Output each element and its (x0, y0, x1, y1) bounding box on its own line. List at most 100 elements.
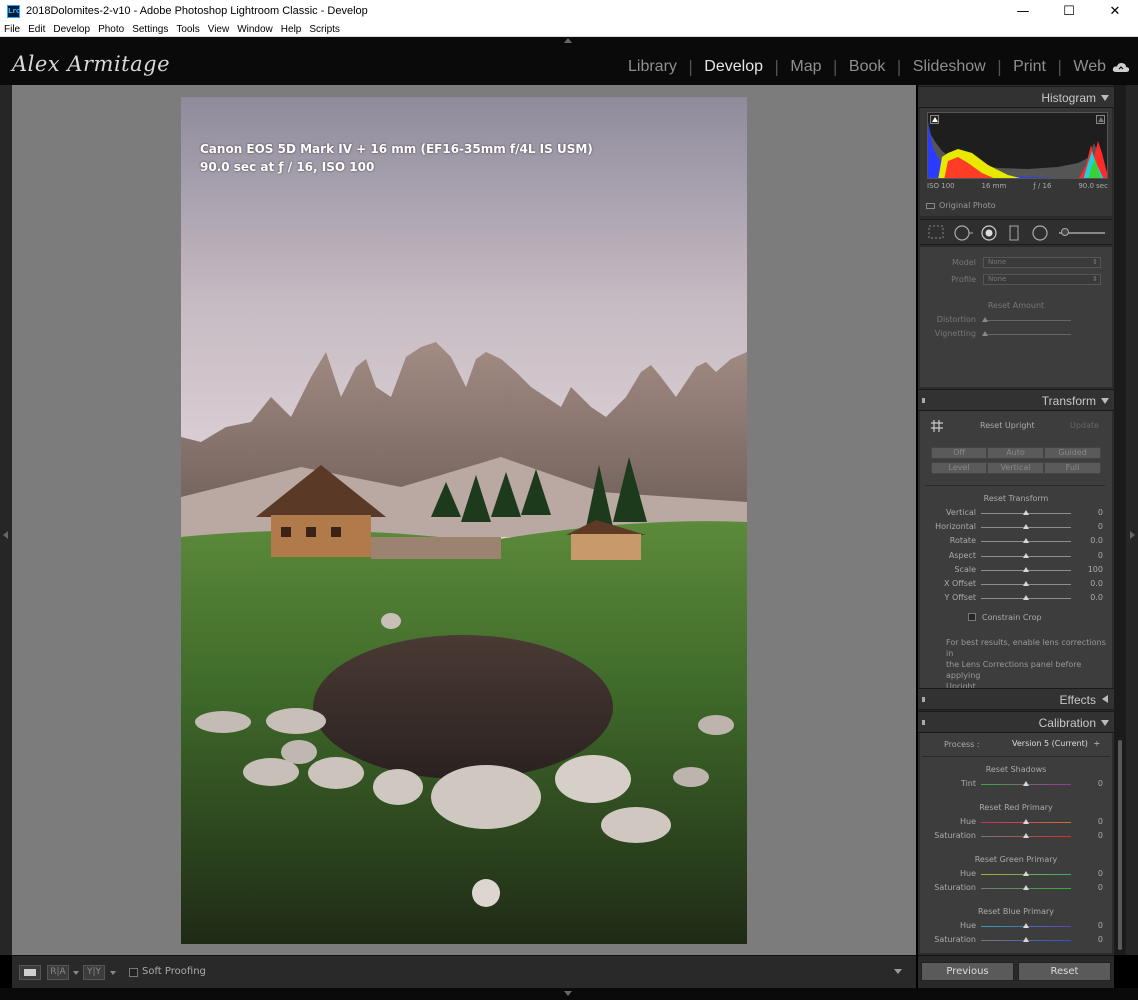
red-eye-icon[interactable] (981, 225, 997, 241)
menu-edit[interactable]: Edit (28, 24, 45, 35)
module-web[interactable]: Web (1073, 58, 1106, 76)
module-develop[interactable]: Develop (704, 58, 763, 76)
radial-filter-icon[interactable] (1032, 225, 1048, 241)
green-saturation-value[interactable]: 0 (1075, 883, 1103, 892)
aspect-slider-knob[interactable] (1023, 553, 1029, 558)
menu-photo[interactable]: Photo (98, 24, 124, 35)
upright-guided-button[interactable]: Guided (1044, 447, 1101, 459)
rotate-value[interactable]: 0.0 (1075, 536, 1103, 545)
upright-off-button[interactable]: Off (931, 447, 987, 459)
menu-window[interactable]: Window (237, 24, 273, 35)
highlight-clipping-indicator[interactable] (1096, 115, 1105, 124)
shadows-tint-slider-knob[interactable] (1023, 781, 1029, 786)
minimize-button[interactable]: — (1000, 0, 1046, 22)
scrollbar-thumb[interactable] (1118, 740, 1122, 950)
maximize-button[interactable]: ☐ (1046, 0, 1092, 22)
crop-overlay-icon[interactable] (928, 225, 944, 239)
transform-panel-header[interactable]: Transform (918, 389, 1114, 411)
aspect-value[interactable]: 0 (1075, 551, 1103, 560)
previous-button[interactable]: Previous (921, 962, 1014, 981)
menu-file[interactable]: File (4, 24, 20, 35)
expand-effects-icon[interactable] (1102, 695, 1108, 703)
collapse-histogram-icon[interactable] (1101, 95, 1109, 101)
module-print[interactable]: Print (1013, 58, 1046, 76)
reset-transform-button[interactable]: Reset Transform (920, 494, 1112, 503)
horizontal-value[interactable]: 0 (1075, 522, 1103, 531)
red-hue-value[interactable]: 0 (1075, 817, 1103, 826)
toolbar-content-menu-icon[interactable] (894, 969, 902, 974)
vignetting-slider-track[interactable] (983, 334, 1071, 335)
menu-view[interactable]: View (208, 24, 230, 35)
module-map[interactable]: Map (790, 58, 821, 76)
process-version-popup[interactable]: Version 5 (Current) ÷ (1012, 739, 1100, 748)
transform-panel-switch[interactable] (921, 397, 926, 404)
upright-level-button[interactable]: Level (931, 462, 987, 474)
effects-panel-switch[interactable] (921, 696, 926, 703)
scale-value[interactable]: 100 (1075, 565, 1103, 574)
collapse-top-panel-icon[interactable] (564, 38, 572, 43)
vertical-value[interactable]: 0 (1075, 508, 1103, 517)
update-button[interactable]: Update (1070, 421, 1099, 430)
histogram-panel-header[interactable]: Histogram (918, 86, 1114, 108)
before-after-menu-icon[interactable] (73, 971, 79, 975)
blue-hue-value[interactable]: 0 (1075, 921, 1103, 930)
blue-saturation-value[interactable]: 0 (1075, 935, 1103, 944)
spot-removal-icon[interactable] (954, 225, 974, 241)
horizontal-slider-knob[interactable] (1023, 524, 1029, 529)
reset-shadows-button[interactable]: Reset Shadows (920, 765, 1112, 774)
blue-saturation-slider-knob[interactable] (1023, 937, 1029, 942)
calibration-panel-header[interactable]: Calibration (918, 711, 1114, 733)
rotate-slider-knob[interactable] (1023, 538, 1029, 543)
y-offset-slider-knob[interactable] (1023, 595, 1029, 600)
image-canvas[interactable]: Canon EOS 5D Mark IV + 16 mm (EF16-35mm … (12, 85, 916, 955)
green-hue-value[interactable]: 0 (1075, 869, 1103, 878)
module-slideshow[interactable]: Slideshow (913, 58, 986, 76)
loupe-view-button[interactable] (19, 965, 41, 980)
upright-full-button[interactable]: Full (1044, 462, 1101, 474)
expand-filmstrip-icon[interactable] (564, 991, 572, 996)
before-after-button[interactable]: R|A (47, 965, 69, 980)
module-book[interactable]: Book (849, 58, 885, 76)
green-saturation-slider-knob[interactable] (1023, 885, 1029, 890)
lens-profile-popup[interactable]: None ⇕ (983, 274, 1101, 285)
before-after-swap-button[interactable]: Y|Y (83, 965, 105, 980)
reset-amount-button[interactable]: Reset Amount (920, 301, 1112, 310)
red-saturation-value[interactable]: 0 (1075, 831, 1103, 840)
red-saturation-slider-knob[interactable] (1023, 833, 1029, 838)
collapse-transform-icon[interactable] (1101, 398, 1109, 404)
reset-button[interactable]: Reset (1018, 962, 1111, 981)
collapse-calibration-icon[interactable] (1101, 720, 1109, 726)
reset-green-primary-button[interactable]: Reset Green Primary (920, 855, 1112, 864)
x-offset-slider-knob[interactable] (1023, 581, 1029, 586)
menu-scripts[interactable]: Scripts (309, 24, 340, 35)
menu-tools[interactable]: Tools (176, 24, 199, 35)
y-offset-value[interactable]: 0.0 (1075, 593, 1103, 602)
constrain-crop-checkbox[interactable] (968, 613, 976, 621)
adjustment-brush-icon[interactable] (1061, 228, 1069, 236)
reset-red-primary-button[interactable]: Reset Red Primary (920, 803, 1112, 812)
close-button[interactable]: ✕ (1092, 0, 1138, 22)
reset-upright-button[interactable]: Reset Upright (980, 421, 1035, 430)
blue-hue-slider-knob[interactable] (1023, 923, 1029, 928)
upright-vertical-button[interactable]: Vertical (987, 462, 1044, 474)
lens-model-popup[interactable]: None ⇕ (983, 257, 1101, 268)
photo-preview[interactable]: Canon EOS 5D Mark IV + 16 mm (EF16-35mm … (181, 97, 747, 944)
graduated-filter-icon[interactable] (1009, 225, 1019, 241)
expand-left-panel-icon[interactable] (3, 531, 8, 539)
soft-proofing-checkbox[interactable] (129, 968, 138, 977)
shadow-clipping-indicator[interactable] (930, 115, 939, 124)
green-hue-slider-knob[interactable] (1023, 871, 1029, 876)
menu-settings[interactable]: Settings (132, 24, 168, 35)
red-hue-slider-knob[interactable] (1023, 819, 1029, 824)
right-panel-scrollbar[interactable] (1114, 85, 1126, 955)
x-offset-value[interactable]: 0.0 (1075, 579, 1103, 588)
distortion-slider-track[interactable] (983, 320, 1071, 321)
calibration-panel-switch[interactable] (921, 719, 926, 726)
distortion-slider-knob[interactable] (982, 317, 988, 322)
scale-slider-knob[interactable] (1023, 567, 1029, 572)
upright-auto-button[interactable]: Auto (987, 447, 1044, 459)
vertical-slider-knob[interactable] (1023, 510, 1029, 515)
guided-upright-tool-icon[interactable] (930, 419, 944, 433)
shadows-tint-value[interactable]: 0 (1075, 779, 1103, 788)
histogram-graph[interactable] (927, 112, 1108, 179)
